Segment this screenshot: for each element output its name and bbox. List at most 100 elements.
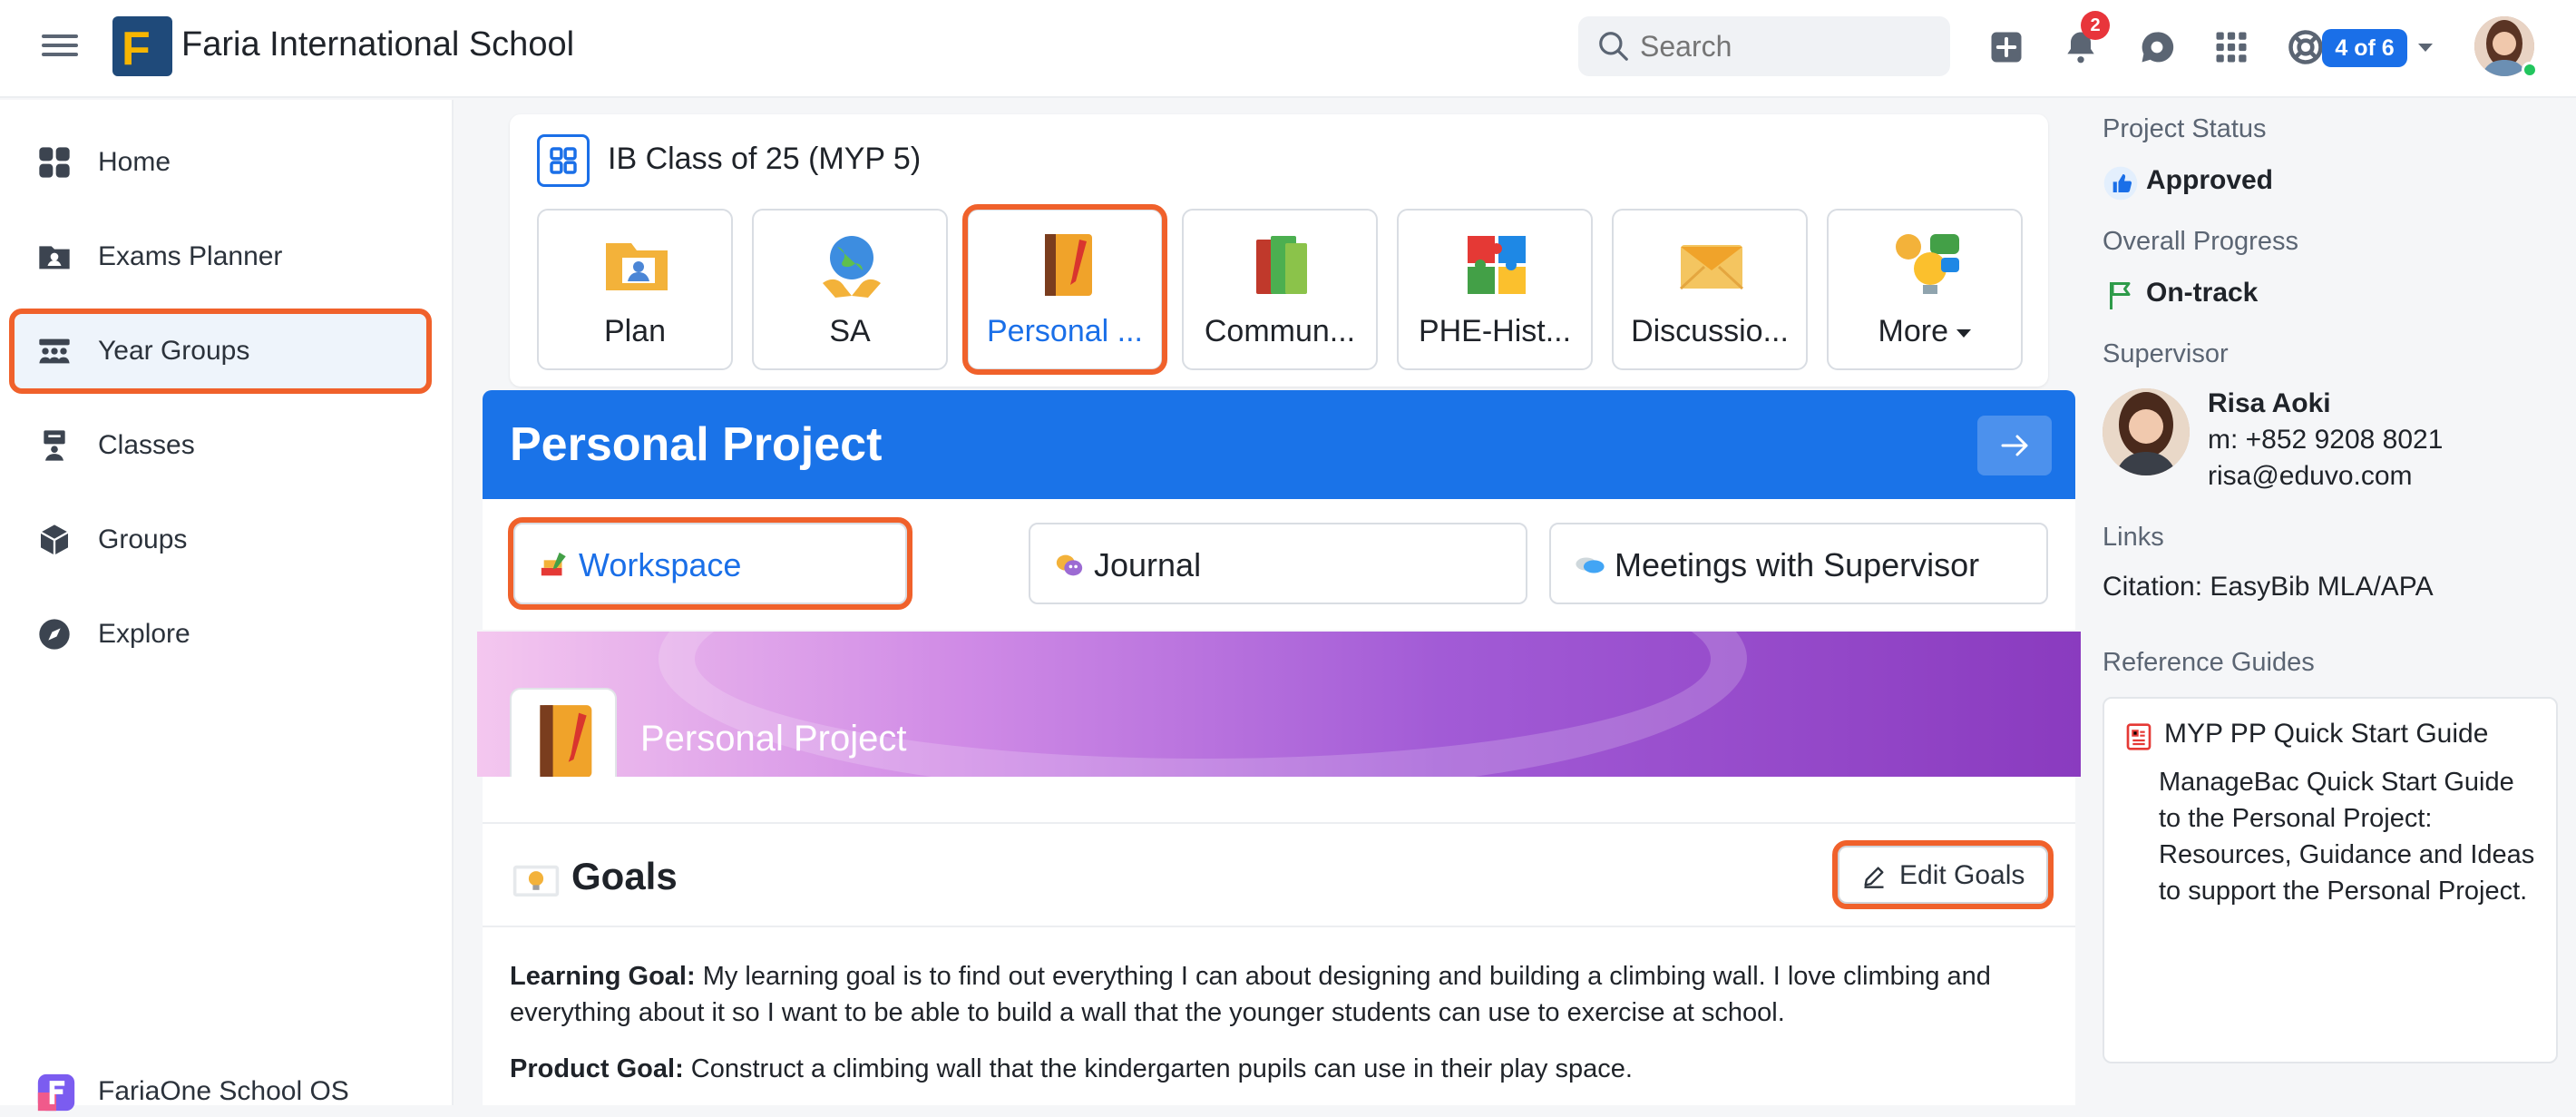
project-info-panel: Project Status Approved Overall Progress… [2103, 100, 2561, 1105]
divider [483, 822, 2075, 824]
puzzle-icon [1468, 236, 1526, 294]
tile-personal-project[interactable]: Personal ... [962, 204, 1167, 375]
notebook-icon [510, 688, 617, 777]
workspace-icon [541, 552, 566, 576]
supervisor-phone: m: +852 9208 8021 [2208, 425, 2444, 455]
project-tabs: Workspace Journal Meetings with Supervis… [483, 499, 2075, 630]
guides-label: Reference Guides [2103, 648, 2315, 677]
sidebar-item-explore[interactable]: Explore [15, 597, 426, 671]
fariaone-link[interactable]: FariaOne School OS [36, 1073, 349, 1117]
tile-label: More [1829, 314, 2021, 349]
document-icon [2126, 723, 2152, 750]
sidebar: Home Exams Planner Year Groups Classes G… [0, 100, 454, 1112]
tab-journal[interactable]: Journal [1029, 523, 1527, 604]
sidebar-item-label: Exams Planner [98, 241, 283, 271]
search-box[interactable] [1578, 16, 1950, 76]
presenter-icon [44, 430, 65, 461]
supervisor-email[interactable]: risa@eduvo.com [2208, 461, 2413, 492]
journal-icon [1056, 554, 1083, 576]
tile-label: Personal ... [987, 314, 1143, 348]
tab-label: Journal [1094, 546, 1202, 583]
school-name[interactable]: Faria International School [181, 25, 574, 64]
progress-value: On-track [2146, 278, 2259, 308]
reference-guide-card[interactable]: MYP PP Quick Start Guide ManageBac Quick… [2103, 697, 2558, 1063]
tab-meetings-with-supervisor[interactable]: Meetings with Supervisor [1549, 523, 2048, 604]
globe-hands-icon [823, 236, 881, 298]
edit-goals-button[interactable]: Edit Goals [1832, 840, 2054, 909]
tile-label: SA [829, 314, 871, 348]
school-logo[interactable]: F [112, 16, 172, 76]
sidebar-item-label: Home [98, 147, 171, 177]
learning-goal: Learning Goal: My learning goal is to fi… [510, 962, 1991, 1027]
lifebuoy-icon[interactable] [2286, 27, 2326, 67]
tile-label: Plan [603, 314, 667, 348]
arrow-right-icon [2001, 435, 2028, 456]
apps-grid-icon[interactable] [2211, 27, 2251, 67]
thumbs-up-icon [2103, 166, 2138, 201]
sidebar-item-label: Classes [98, 430, 195, 460]
status-label: Project Status [2103, 114, 2267, 143]
tile-discussion[interactable]: Discussio... [1612, 209, 1808, 370]
online-status-dot [2522, 62, 2538, 78]
books-icon [1256, 236, 1307, 294]
top-bar: F Faria International School 2 4 of 6 [0, 0, 2576, 98]
pencil-icon [1864, 867, 1884, 888]
tile-more[interactable]: More [1827, 209, 2023, 370]
progress-label: Overall Progress [2103, 227, 2298, 256]
search-icon [1599, 32, 1628, 61]
sidebar-item-label: Groups [98, 524, 188, 554]
add-icon[interactable] [1986, 27, 2026, 67]
status-value: Approved [2146, 165, 2274, 195]
banner-title: Personal Project [640, 719, 907, 759]
goals-section: Goals Edit Goals Learning Goal: My learn… [483, 777, 2075, 1105]
progress-pill[interactable]: 4 of 6 [2322, 29, 2407, 67]
speech-bubbles-icon [1576, 557, 1605, 573]
search-input[interactable] [1640, 29, 1930, 64]
sidebar-item-classes[interactable]: Classes [15, 408, 426, 483]
goals-heading: Goals [571, 855, 678, 897]
tile-label: Discussio... [1631, 314, 1789, 348]
grid-icon [39, 147, 70, 178]
product-goal: Product Goal: Construct a climbing wall … [510, 1054, 1633, 1083]
project-header: Personal Project [483, 390, 2075, 499]
citation-link[interactable]: Citation: EasyBib MLA/APA [2103, 572, 2434, 603]
ideas-icon [1896, 234, 1959, 294]
tile-community[interactable]: Commun... [1182, 209, 1378, 370]
links-label: Links [2103, 523, 2164, 552]
cube-icon [40, 524, 69, 555]
hamburger-menu-icon[interactable] [42, 29, 78, 65]
chevron-down-icon[interactable] [2418, 44, 2433, 52]
sidebar-item-year-groups[interactable]: Year Groups [9, 309, 432, 394]
sidebar-item-home[interactable]: Home [15, 125, 426, 200]
tile-label: PHE-Hist... [1418, 314, 1572, 348]
project-banner: Personal Project [477, 632, 2081, 777]
divider [483, 926, 2075, 927]
supervisor-name: Risa Aoki [2208, 388, 2331, 418]
supervisor-photo [2103, 388, 2190, 475]
tile-plan[interactable]: Plan [537, 209, 733, 370]
open-project-button[interactable] [1977, 416, 2052, 475]
tile-phe-history[interactable]: PHE-Hist... [1397, 209, 1593, 370]
sidebar-item-label: Year Groups [98, 336, 250, 366]
tab-label: Meetings with Supervisor [1615, 546, 1980, 583]
notification-badge: 2 [2081, 11, 2110, 40]
sidebar-item-exams-planner[interactable]: Exams Planner [15, 220, 426, 294]
class-title[interactable]: IB Class of 25 (MYP 5) [608, 142, 921, 177]
tab-workspace[interactable]: Workspace [508, 517, 912, 610]
people-group-icon [39, 338, 70, 364]
flag-icon [2110, 282, 2131, 309]
chat-icon[interactable] [2137, 27, 2177, 67]
goals-icon [512, 865, 560, 897]
plan-folder-icon [606, 243, 668, 290]
sidebar-item-groups[interactable]: Groups [15, 503, 426, 577]
project-title: Personal Project [510, 418, 883, 471]
class-grid-icon[interactable] [537, 134, 590, 187]
compass-icon [39, 619, 70, 650]
class-card: IB Class of 25 (MYP 5) Plan SA Personal … [510, 114, 2048, 387]
guide-title[interactable]: MYP PP Quick Start Guide [2164, 719, 2488, 750]
chevron-down-icon [1956, 328, 1972, 338]
sidebar-item-label: Explore [98, 619, 190, 649]
envelope-icon [1679, 245, 1744, 290]
tile-sa[interactable]: SA [752, 209, 948, 370]
supervisor-label: Supervisor [2103, 339, 2229, 368]
